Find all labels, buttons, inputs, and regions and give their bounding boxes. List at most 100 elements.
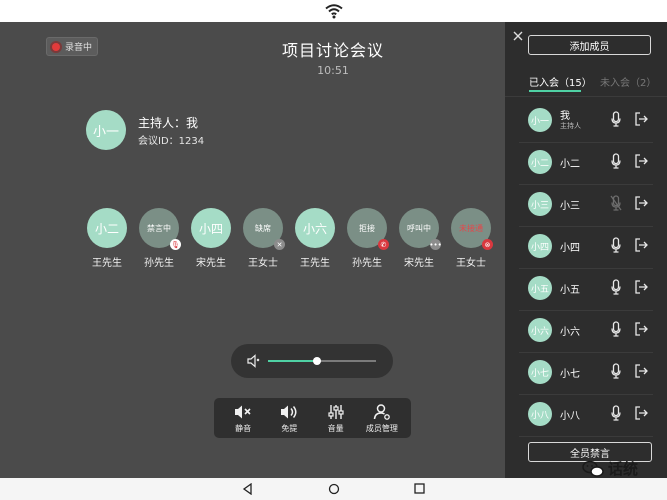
participant-name: 王女士 — [248, 258, 278, 269]
member-row[interactable]: 小一我主持人 — [505, 101, 667, 143]
member-avatar: 小五 — [528, 276, 552, 300]
close-icon: ✕ — [274, 239, 285, 250]
home-icon[interactable] — [328, 483, 340, 495]
remove-member-icon[interactable] — [634, 111, 648, 127]
member-row[interactable]: 小六 小六 — [505, 311, 667, 353]
volume-knob[interactable] — [312, 357, 321, 365]
participant-tile[interactable]: 小六 王先生 — [293, 208, 337, 269]
remove-member-icon[interactable] — [634, 237, 648, 253]
divider — [505, 96, 667, 97]
member-row[interactable]: 小二 小二 — [505, 143, 667, 185]
participant-tile[interactable]: 小二 王先生 — [85, 208, 129, 269]
mic-icon[interactable] — [609, 404, 623, 422]
handsfree-button[interactable]: 免提 — [267, 403, 311, 434]
meeting-area: 录音中 项目讨论会议 10:51 小一 主持人：我 会议ID：1234 小二 王… — [0, 22, 505, 478]
participant-tile[interactable]: 禁言中 🎙 孙先生 — [137, 208, 181, 269]
recording-label: 录音中 — [65, 43, 93, 53]
participant-tile[interactable]: 拒接 ✆ 孙先生 — [345, 208, 389, 269]
participant-status: 缺席 — [255, 223, 271, 233]
mute-icon — [235, 405, 251, 418]
mic-icon[interactable] — [609, 362, 623, 380]
speaker-icon[interactable] — [246, 353, 262, 369]
mic-icon[interactable] — [609, 110, 623, 128]
back-icon[interactable] — [242, 483, 254, 495]
member-name: 小七 — [560, 369, 580, 380]
wechat-icon — [582, 460, 604, 477]
member-row[interactable]: 小四 小四 — [505, 227, 667, 269]
participant-tile[interactable]: 未接通 ⊗ 王女士 — [449, 208, 493, 269]
error-icon: ⊗ — [482, 239, 493, 250]
member-avatar: 小六 — [528, 318, 552, 342]
navigation-bar — [0, 478, 667, 500]
participant-status: 未接通 — [459, 223, 483, 233]
remove-member-icon[interactable] — [634, 321, 648, 337]
recent-apps-icon[interactable] — [414, 483, 425, 494]
member-name: 我 — [560, 111, 570, 122]
participant-name: 宋先生 — [196, 258, 226, 269]
participant-name: 王先生 — [300, 258, 330, 269]
host-avatar[interactable]: 小一 — [86, 110, 126, 150]
participant-tile[interactable]: 缺席 ✕ 王女士 — [241, 208, 285, 269]
member-name: 小八 — [560, 411, 580, 422]
call-rejected-icon: ✆ — [378, 239, 389, 250]
participant-avatar: 缺席 ✕ — [243, 208, 285, 250]
participant-grid: 小二 王先生 禁言中 🎙 孙先生 小四 宋先生 缺席 ✕ 王女士 小六 王先生 — [0, 208, 505, 278]
participant-tile[interactable]: 小四 宋先生 — [189, 208, 233, 269]
remove-member-icon[interactable] — [634, 405, 648, 421]
close-icon[interactable] — [512, 30, 524, 42]
handsfree-label: 免提 — [281, 423, 298, 433]
member-avatar: 小七 — [528, 360, 552, 384]
avatar-text: 小六 — [302, 221, 327, 236]
member-management-button[interactable]: 成员管理 — [360, 403, 404, 434]
member-row[interactable]: 小七 小七 — [505, 353, 667, 395]
recording-indicator[interactable]: 录音中 — [46, 37, 98, 56]
wifi-icon — [325, 4, 343, 19]
participant-avatar: 小六 — [295, 208, 335, 248]
volume-slider[interactable] — [268, 357, 376, 365]
active-tab-indicator — [529, 90, 581, 92]
member-avatar: 小四 — [528, 234, 552, 258]
mic-icon[interactable] — [609, 152, 623, 170]
watermark: 话统 — [582, 458, 638, 479]
participant-tile[interactable]: 呼叫中 ••• 宋先生 — [397, 208, 442, 269]
participant-avatar: 拒接 ✆ — [347, 208, 389, 250]
mic-icon[interactable] — [609, 320, 623, 338]
participant-name: 孙先生 — [352, 258, 382, 269]
status-bar — [0, 0, 667, 22]
host-label: 主持人：我 — [138, 116, 199, 130]
member-row[interactable]: 小五 小五 — [505, 269, 667, 311]
mic-icon[interactable] — [609, 278, 623, 296]
add-member-button[interactable]: 添加成员 — [528, 35, 651, 55]
member-row[interactable]: 小八 小八 — [505, 395, 667, 437]
avatar-text: 小四 — [198, 221, 223, 236]
remove-member-icon[interactable] — [634, 363, 648, 379]
member-avatar: 小二 — [528, 150, 552, 174]
member-name: 小二 — [560, 159, 580, 170]
mic-icon[interactable] — [609, 236, 623, 254]
watermark-text: 话统 — [608, 460, 639, 478]
mute-button[interactable]: 静音 — [221, 403, 265, 434]
member-panel: 添加成员 已入会（15） 未入会（2） 小一我主持人 小二 小二 小三 小三 小四 小四 小五… — [505, 22, 667, 478]
record-dot-icon — [52, 42, 60, 51]
participant-avatar: 禁言中 🎙 — [139, 208, 181, 250]
remove-member-icon[interactable] — [634, 195, 648, 211]
meeting-time: 10:51 — [317, 64, 349, 77]
mic-off-icon[interactable] — [609, 194, 623, 212]
user-settings-icon — [373, 403, 390, 420]
member-name: 小六 — [560, 327, 580, 338]
sliders-icon — [328, 404, 344, 419]
tab-joined[interactable]: 已入会（15） — [529, 74, 592, 89]
volume-button[interactable]: 音量 — [314, 403, 358, 434]
member-name: 小三 — [560, 201, 580, 212]
participant-avatar: 小二 — [87, 208, 127, 248]
member-avatar: 小三 — [528, 192, 552, 216]
tab-not-joined[interactable]: 未入会（2） — [600, 74, 656, 89]
member-row[interactable]: 小三 小三 — [505, 185, 667, 227]
meeting-id: 会议ID：1234 — [138, 136, 205, 147]
remove-member-icon[interactable] — [634, 279, 648, 295]
mute-label: 静音 — [235, 423, 252, 433]
participant-status: 拒接 — [359, 223, 375, 233]
volume-control — [231, 344, 393, 378]
member-avatar: 小八 — [528, 402, 552, 426]
remove-member-icon[interactable] — [634, 153, 648, 169]
